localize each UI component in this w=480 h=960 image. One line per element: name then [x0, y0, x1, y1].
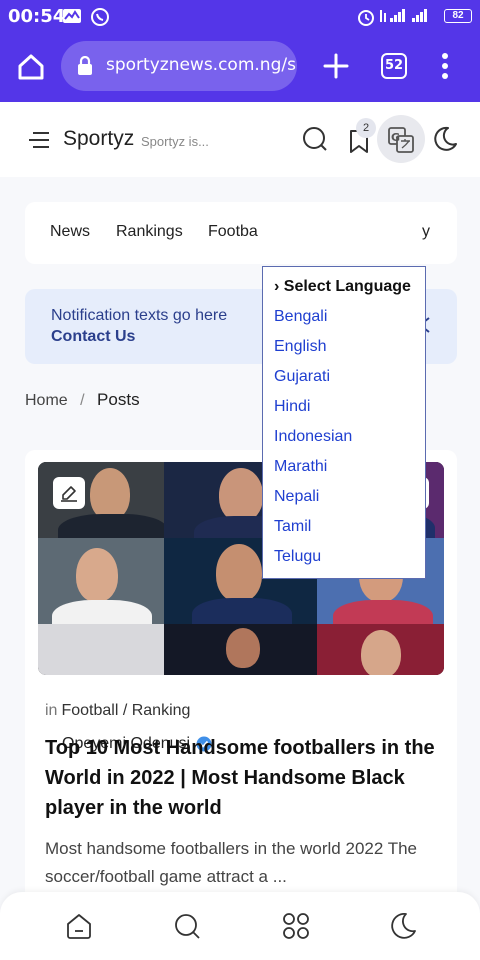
site-tagline: Sportyz is... — [141, 134, 209, 149]
search-icon[interactable] — [302, 126, 328, 152]
edit-button[interactable] — [53, 477, 85, 509]
site-brand[interactable]: Sportyz — [63, 127, 134, 151]
home-icon[interactable] — [16, 52, 46, 82]
language-option[interactable]: Indonesian — [274, 428, 352, 446]
whatsapp-icon — [91, 8, 109, 26]
language-dropdown: › Select Language Bengali English Gujara… — [262, 266, 426, 579]
nav-item-news[interactable]: News — [50, 223, 90, 241]
category-prefix: in — [45, 702, 58, 719]
language-option[interactable]: English — [274, 338, 326, 356]
thumbnail-photo — [317, 624, 444, 675]
edit-icon — [61, 486, 77, 502]
post-category: in Football / Ranking — [45, 702, 190, 720]
status-time: 00:54 — [8, 6, 66, 27]
notification-text: Notification texts go here — [51, 307, 228, 324]
bookmark-count-badge: 2 — [356, 118, 376, 138]
nav-item-more[interactable]: y — [422, 223, 430, 241]
url-text: sportyznews.com.ng/se — [106, 55, 297, 75]
post-title[interactable]: Top 10 Most Handsome footballers in the … — [45, 733, 445, 823]
language-option[interactable]: Bengali — [274, 308, 327, 326]
url-bar[interactable]: sportyznews.com.ng/se — [61, 41, 297, 91]
bottom-nav — [0, 892, 480, 960]
language-option[interactable]: Marathi — [274, 458, 327, 476]
breadcrumb: Home / Posts — [25, 390, 140, 410]
thumbnail-photo — [164, 624, 317, 675]
status-bar: 00:54 82 — [0, 0, 480, 32]
category-link[interactable]: Football / Ranking — [61, 702, 190, 719]
more-icon[interactable] — [440, 52, 450, 80]
post-excerpt: Most handsome footballers in the world 2… — [45, 839, 418, 886]
tabs-icon[interactable]: 52 — [381, 53, 407, 79]
site-header: Sportyz Sportyz is... 2 G — [0, 102, 480, 177]
language-option[interactable]: Hindi — [274, 398, 310, 416]
browser-toolbar: sportyznews.com.ng/se 52 — [0, 32, 480, 102]
thumbnail-photo — [38, 538, 164, 624]
plus-icon[interactable] — [322, 52, 350, 80]
battery-icon: 82 — [444, 9, 472, 23]
translate-icon: G — [388, 127, 414, 153]
translate-button[interactable]: G — [377, 115, 425, 163]
dropdown-title: › Select Language — [274, 278, 411, 295]
search-icon[interactable] — [173, 912, 201, 940]
moon-icon[interactable] — [389, 912, 417, 940]
moon-icon[interactable] — [432, 126, 458, 152]
nav-item-rankings[interactable]: Rankings — [116, 223, 183, 241]
language-option[interactable]: Tamil — [274, 518, 311, 536]
web-page: Sportyz Sportyz is... 2 G News Rankings … — [0, 102, 480, 960]
hamburger-menu-icon[interactable] — [27, 130, 51, 150]
breadcrumb-current: Posts — [97, 390, 140, 409]
activity-icon — [63, 9, 81, 23]
thumbnail-photo — [38, 624, 164, 675]
language-option[interactable]: Nepali — [274, 488, 319, 506]
contact-us-link[interactable]: Contact Us — [51, 328, 135, 346]
lock-icon — [78, 56, 92, 75]
nav-item-football[interactable]: Footba — [208, 223, 258, 241]
signal-icon — [380, 9, 427, 22]
language-option[interactable]: Gujarati — [274, 368, 330, 386]
svg-text:G: G — [391, 131, 400, 144]
home-icon[interactable] — [65, 912, 93, 940]
apps-icon[interactable] — [282, 912, 310, 940]
category-nav: News Rankings Footba y — [25, 202, 457, 264]
breadcrumb-separator: / — [80, 392, 85, 409]
language-option[interactable]: Telugu — [274, 548, 321, 566]
alarm-icon — [358, 10, 374, 26]
breadcrumb-home[interactable]: Home — [25, 392, 68, 409]
